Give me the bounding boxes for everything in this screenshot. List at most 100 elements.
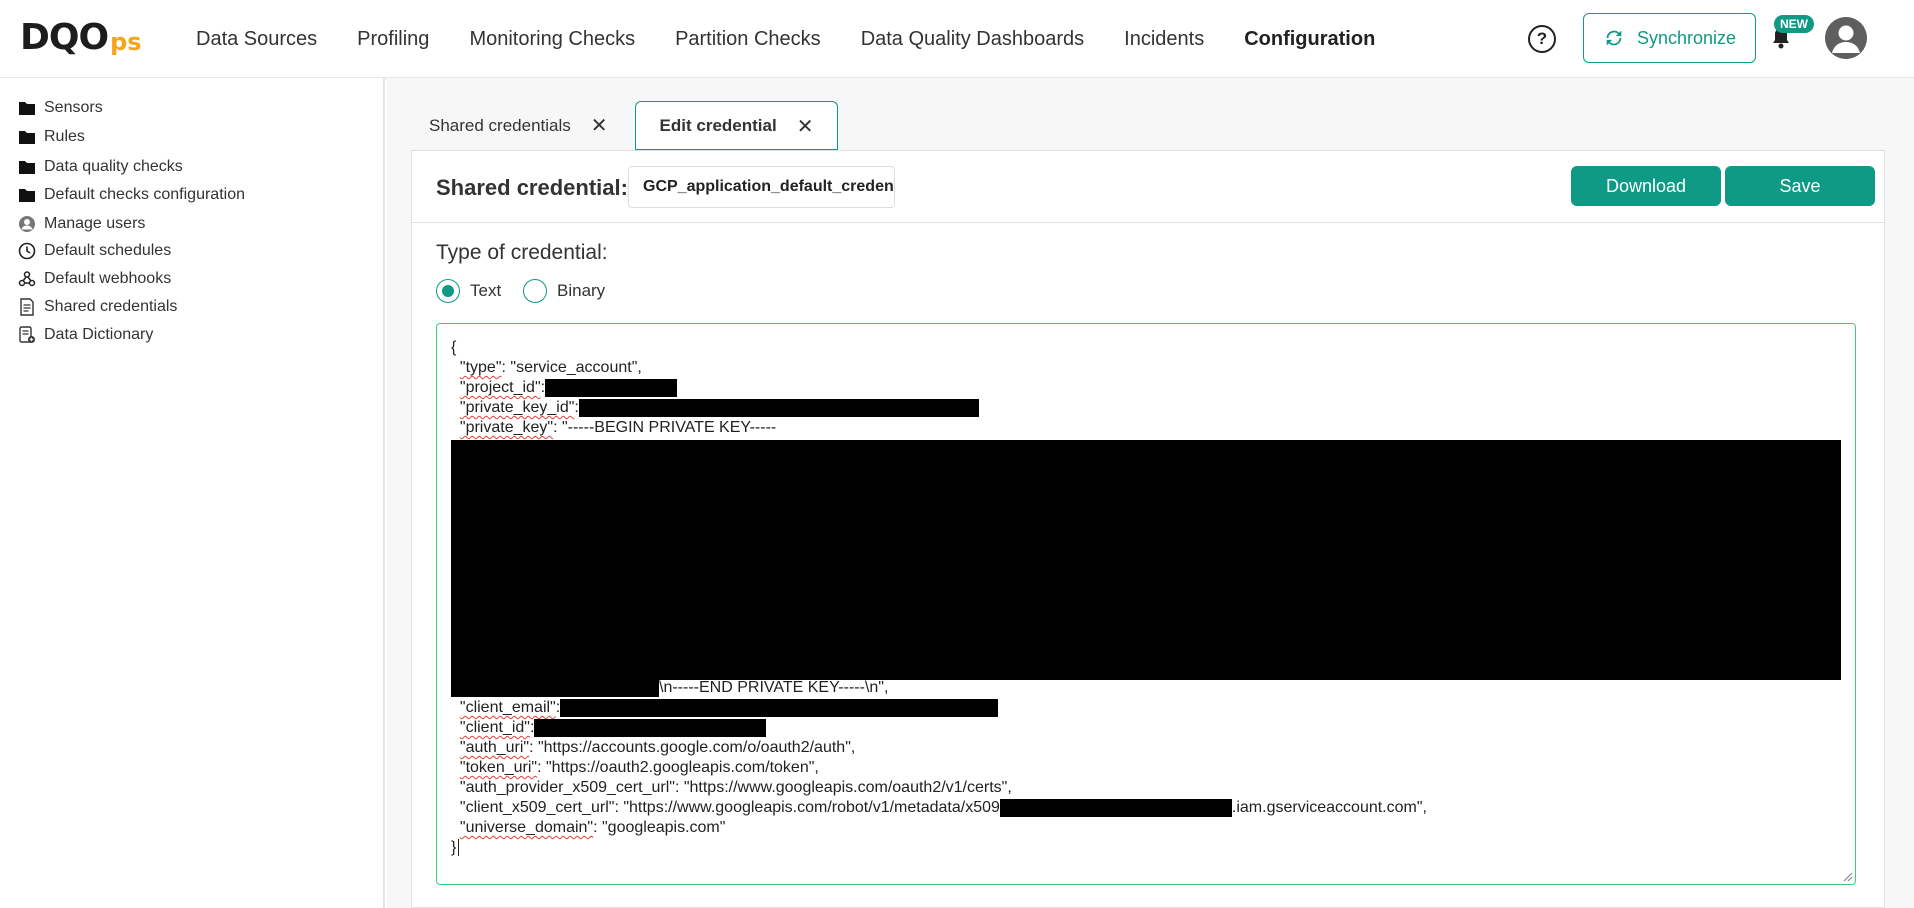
credential-type-label: Type of credential: <box>436 241 608 264</box>
sidebar-item-label: Default schedules <box>44 242 172 259</box>
credential-name-label: Shared credential: <box>436 175 628 200</box>
radio-text[interactable]: Text <box>436 279 501 303</box>
close-icon[interactable]: ✕ <box>591 113 608 138</box>
save-button[interactable]: Save <box>1725 166 1875 206</box>
tab-edit-credential[interactable]: Edit credential ✕ <box>635 101 838 150</box>
sidebar-item-data-quality-checks[interactable]: Data quality checks <box>18 158 183 176</box>
sidebar-item-data-dictionary[interactable]: Data Dictionary <box>18 326 153 344</box>
json-line: "client_x509_cert_url": "https://www.goo… <box>459 799 1000 816</box>
clock-icon <box>18 242 36 260</box>
logo-suffix-text: ps <box>110 28 142 56</box>
redacted-private-key-block <box>451 440 1841 680</box>
code-line: "auth_provider_x509_cert_url": "https://… <box>451 778 1427 798</box>
redacted-block <box>560 698 999 717</box>
top-header: DQO ps Data Sources Profiling Monitoring… <box>0 0 1914 78</box>
help-icon[interactable]: ? <box>1528 25 1556 53</box>
edit-credential-panel: Shared credential: GCP_application_defau… <box>411 150 1885 908</box>
sidebar-item-label: Shared credentials <box>44 298 178 315</box>
close-icon[interactable]: ✕ <box>797 114 814 139</box>
json-key: "universe_domain" <box>459 819 594 836</box>
redacted-block <box>578 398 979 417</box>
sidebar-item-default-webhooks[interactable]: Default webhooks <box>18 270 171 288</box>
code-line: "project_id": <box>451 378 1427 398</box>
radio-selected-indicator[interactable] <box>436 279 460 303</box>
code-line: \n-----END PRIVATE KEY-----\n", <box>451 678 1427 698</box>
sidebar-item-label: Default webhooks <box>44 270 172 287</box>
synchronize-label: Synchronize <box>1636 27 1737 48</box>
user-circle-icon <box>19 216 35 232</box>
json-key: "type" <box>459 359 502 376</box>
nav-incidents[interactable]: Incidents <box>1124 28 1204 51</box>
json-key: "private_key" <box>459 419 554 436</box>
nav-partition-checks[interactable]: Partition Checks <box>675 28 821 51</box>
download-button[interactable]: Download <box>1571 166 1721 206</box>
json-key: "client_email" <box>459 699 556 716</box>
panel-header: Shared credential: GCP_application_defau… <box>412 151 1884 223</box>
new-badge: NEW <box>1774 15 1814 33</box>
dqops-logo[interactable]: DQO ps <box>20 18 142 58</box>
sidebar-item-default-schedules[interactable]: Default schedules <box>18 242 171 260</box>
nav-data-sources[interactable]: Data Sources <box>196 28 317 51</box>
json-key: "token_uri" <box>459 759 538 776</box>
nav-configuration[interactable]: Configuration <box>1244 28 1375 51</box>
redacted-block <box>545 378 678 397</box>
brace-close: } <box>451 839 457 856</box>
radio-text-label: Text <box>470 281 502 300</box>
sidebar-item-label: Data Dictionary <box>44 326 154 343</box>
code-line: "private_key_id": <box>451 398 1427 418</box>
nav-profiling[interactable]: Profiling <box>357 28 429 51</box>
resize-handle-icon[interactable] <box>1841 870 1853 882</box>
json-line: .iam.gserviceaccount.com", <box>1231 799 1427 816</box>
sidebar: Sensors Rules Data quality checks Defaul… <box>0 78 385 908</box>
json-key: "auth_uri" <box>459 739 530 756</box>
radio-binary[interactable]: Binary <box>523 279 605 303</box>
sidebar-item-sensors[interactable]: Sensors <box>18 99 103 117</box>
json-value: : "service_account", <box>501 359 642 376</box>
json-key: "client_id" <box>459 719 530 736</box>
json-value: : "https://accounts.google.com/o/oauth2/… <box>529 739 856 756</box>
sidebar-item-label: Data quality checks <box>44 158 183 175</box>
code-line: "private_key": "-----BEGIN PRIVATE KEY--… <box>451 418 1427 438</box>
code-line: "client_x509_cert_url": "https://www.goo… <box>451 798 1427 818</box>
redacted-block <box>451 678 659 697</box>
credential-text-editor[interactable]: { "type": "service_account", "project_id… <box>436 323 1856 885</box>
code-line: } <box>451 838 1427 858</box>
json-value: : "googleapis.com" <box>593 819 726 836</box>
code-line: "client_email": <box>451 698 1427 718</box>
json-key: "private_key_id" <box>459 399 575 416</box>
logo-main-text: DQO <box>20 17 109 58</box>
radio-unselected-indicator[interactable] <box>523 279 547 303</box>
sidebar-item-label: Rules <box>44 128 85 145</box>
user-avatar[interactable] <box>1825 17 1867 59</box>
webhook-icon <box>18 271 36 287</box>
nav-data-quality-dashboards[interactable]: Data Quality Dashboards <box>861 28 1084 51</box>
dictionary-icon <box>19 326 35 343</box>
sidebar-item-default-checks-configuration[interactable]: Default checks configuration <box>18 186 245 204</box>
sidebar-item-rules[interactable]: Rules <box>18 128 85 146</box>
avatar-icon <box>1825 17 1867 59</box>
main-nav: Data Sources Profiling Monitoring Checks… <box>196 0 1415 78</box>
credential-name-input[interactable]: GCP_application_default_credentials <box>628 166 895 208</box>
json-key: "project_id" <box>459 379 541 396</box>
code-line: "token_uri": "https://oauth2.googleapis.… <box>451 758 1427 778</box>
json-line: "auth_provider_x509_cert_url": "https://… <box>459 779 1012 796</box>
redacted-block <box>534 718 767 737</box>
main-content: Shared credentials ✕ Edit credential ✕ S… <box>387 78 1914 908</box>
brace-open: { <box>451 339 457 356</box>
synchronize-button[interactable]: Synchronize <box>1583 13 1756 63</box>
tab-shared-credentials[interactable]: Shared credentials ✕ <box>429 101 634 150</box>
json-value: : "https://oauth2.googleapis.com/token", <box>537 759 819 776</box>
nav-monitoring-checks[interactable]: Monitoring Checks <box>469 28 635 51</box>
redacted-block <box>999 798 1232 817</box>
folder-icon <box>19 189 35 202</box>
code-line: "type": "service_account", <box>451 358 1427 378</box>
sidebar-item-manage-users[interactable]: Manage users <box>18 215 145 233</box>
folder-icon <box>19 161 35 174</box>
tab-label: Shared credentials <box>429 115 571 135</box>
json-value: : "-----BEGIN PRIVATE KEY----- <box>553 419 777 436</box>
code-line: "universe_domain": "googleapis.com" <box>451 818 1427 838</box>
sidebar-item-shared-credentials[interactable]: Shared credentials <box>18 298 177 316</box>
code-line: { <box>451 338 1427 358</box>
sidebar-item-label: Default checks configuration <box>44 186 245 203</box>
sidebar-item-label: Sensors <box>44 99 103 116</box>
